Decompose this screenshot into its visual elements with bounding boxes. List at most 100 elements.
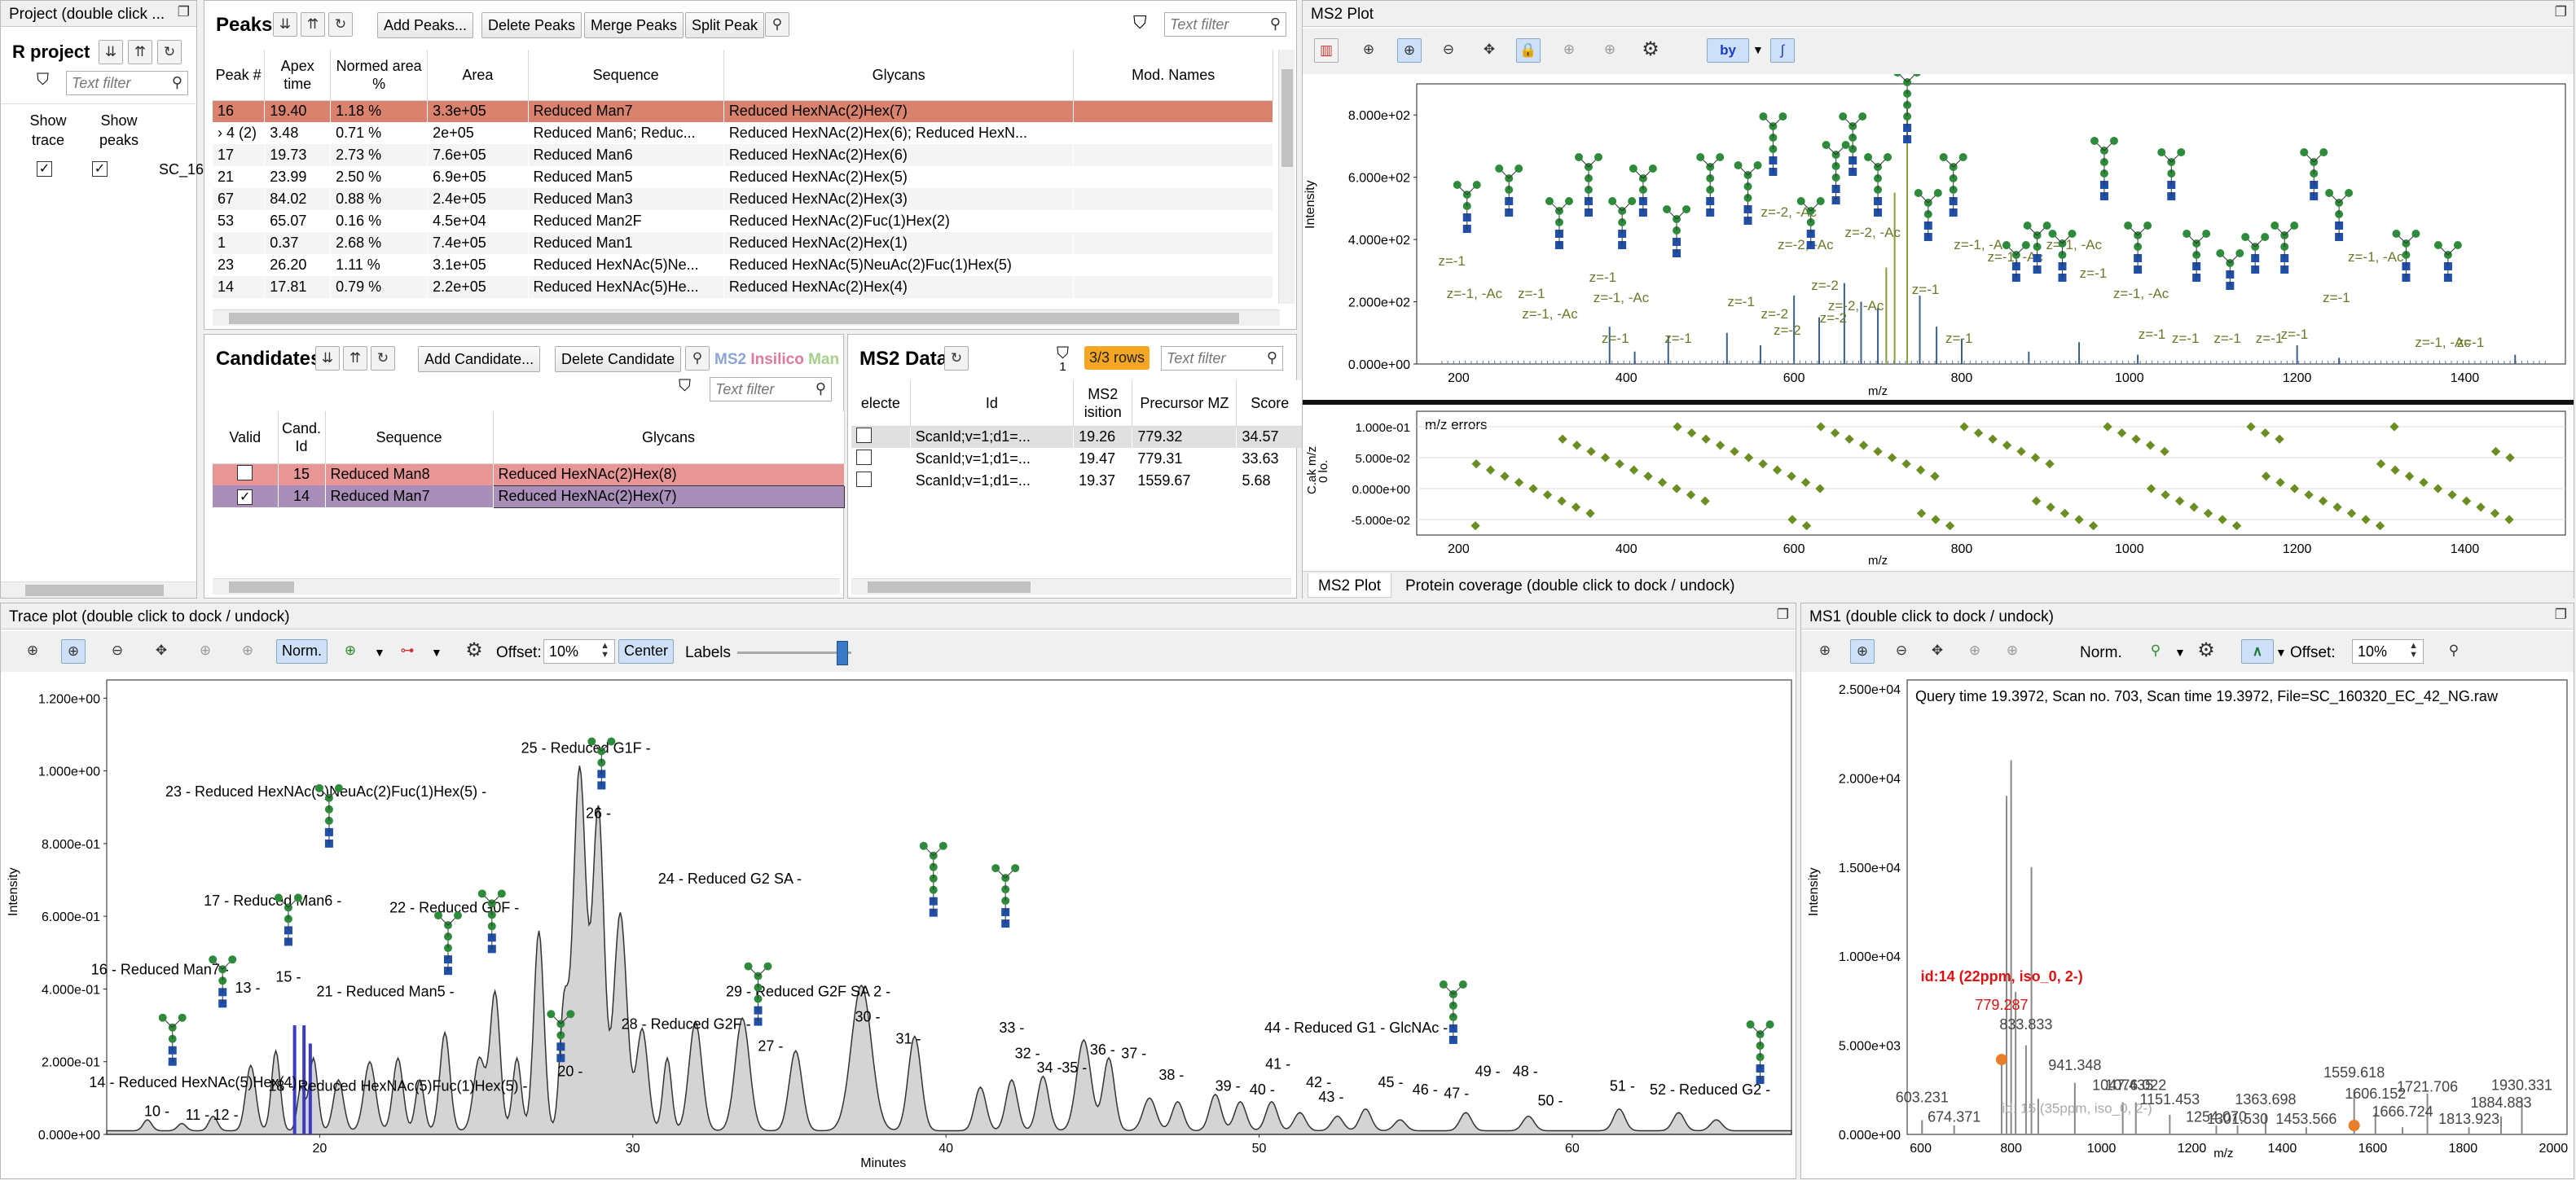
merge-peaks-button[interactable]: Merge Peaks xyxy=(584,12,684,38)
project-hscroll[interactable] xyxy=(1,581,196,598)
zoom-prev-icon[interactable]: ⊕ xyxy=(1557,38,1581,63)
dock-icon[interactable]: ❐ xyxy=(1777,607,1789,623)
dock-icon[interactable]: ❐ xyxy=(178,4,190,20)
sort-asc-icon[interactable]: ⇈ xyxy=(128,40,152,64)
tag-ms2[interactable]: MS2 xyxy=(714,351,746,368)
peak-boundary-icon[interactable]: ⊶ xyxy=(395,639,420,664)
col-valid[interactable]: Valid xyxy=(213,411,279,464)
chevron-down-icon[interactable]: ▼ xyxy=(2174,646,2186,659)
table-row[interactable]: ScanId;v=1;d1=...19.371559.675.681- xyxy=(851,470,1332,492)
zoom-out-icon[interactable]: ⊖ xyxy=(105,639,130,664)
col-score[interactable]: Score xyxy=(1236,380,1303,427)
refresh-icon[interactable]: ↻ xyxy=(328,12,353,37)
ms2-spectrum-plot[interactable]: Intensity 8.000e+02 6.000e+02 4.000e+02 2.00… xyxy=(1303,74,2574,400)
trace-chromatogram-plot[interactable]: Intensity 1.200e+00 1.000e+00 8.000e-01 6.00… xyxy=(1,672,1796,1178)
col-id[interactable]: Id xyxy=(910,380,1075,427)
refresh-icon[interactable]: ↻ xyxy=(157,40,182,64)
col-sequence[interactable]: Sequence xyxy=(528,50,724,101)
search-icon[interactable]: ⚲ xyxy=(685,346,710,371)
by-ions-button[interactable]: by xyxy=(1707,38,1749,63)
zoom-in-icon[interactable]: ⊕ xyxy=(1356,38,1381,63)
chevron-down-icon[interactable]: ▼ xyxy=(2275,646,2287,659)
pan-icon[interactable]: ✥ xyxy=(1477,38,1501,63)
pan-icon[interactable]: ✥ xyxy=(149,639,174,664)
col-precursor-mz[interactable]: Precursor MZ xyxy=(1132,380,1237,427)
integrate-icon[interactable]: ∫ xyxy=(1770,38,1795,63)
cell-valid[interactable]: ✓ xyxy=(213,485,278,507)
norm-label[interactable]: Norm. xyxy=(2080,644,2122,662)
search-icon[interactable]: ⚲ xyxy=(2442,639,2466,664)
cell-selected[interactable] xyxy=(851,448,910,470)
ms2plot-panel-title[interactable]: MS2 Plot ❐ xyxy=(1303,1,2574,27)
dock-icon[interactable]: ❐ xyxy=(2555,4,2567,20)
table-row[interactable]: 67 84.02 0.88 % 2.4e+05 Reduced Man3 Reduced … xyxy=(213,188,1273,210)
ms2data-hscroll[interactable] xyxy=(851,578,1291,594)
ms1-spectrum-plot[interactable]: Query time 19.3972, Scan no. 703, Scan t… xyxy=(1801,672,2574,1178)
chevron-down-icon[interactable]: ▼ xyxy=(431,646,442,659)
project-filter-input[interactable]: Text filter ⚲ xyxy=(66,71,188,95)
col-cand-glycans[interactable]: Glycans xyxy=(493,411,845,464)
zoom-in-icon[interactable]: ⊕ xyxy=(20,639,45,664)
col-peak-num[interactable]: Peak # xyxy=(213,50,266,101)
search-icon[interactable]: ⚲ xyxy=(765,12,789,37)
labels-slider[interactable] xyxy=(737,651,851,654)
offset-spinbox[interactable]: 10% ▲ ▼ xyxy=(543,639,615,664)
project-panel-title[interactable]: Project (double click ... ❐ xyxy=(1,1,196,27)
cell-valid[interactable] xyxy=(213,463,278,485)
peak-search-icon[interactable]: ⚲ xyxy=(2143,639,2168,664)
sort-desc-icon[interactable]: ⇊ xyxy=(273,12,297,37)
cell-selected[interactable] xyxy=(851,470,910,492)
tag-insilico[interactable]: Insilico xyxy=(750,351,803,368)
peaks-filter-input[interactable]: Text filter ⚲ xyxy=(1164,12,1286,37)
zoom-prev-icon[interactable]: ⊕ xyxy=(1963,639,1987,664)
ms1-panel-title[interactable]: MS1 (double click to dock / undock) ❐ xyxy=(1801,603,2574,629)
zoom-in-icon[interactable]: ⊕ xyxy=(1813,639,1837,664)
tab-ms2-plot[interactable]: MS2 Plot xyxy=(1308,573,1392,598)
table-row[interactable]: 23 26.20 1.11 % 3.1e+05 Reduced HexNAc(5)Ne.… xyxy=(213,254,1273,276)
settings-gear-icon[interactable]: ⚙ xyxy=(1638,38,1663,63)
col-cand-id[interactable]: Cand. Id xyxy=(278,411,326,464)
table-row[interactable]: 21 23.99 2.50 % 6.9e+05 Reduced Man5 Reduced … xyxy=(213,166,1273,188)
valid-checkbox[interactable]: ✓ xyxy=(237,489,253,505)
filter-icon[interactable]: ⛉ xyxy=(1133,12,1147,33)
col-normed-area[interactable]: Normed area % xyxy=(330,50,429,101)
zoom-next-icon[interactable]: ⊕ xyxy=(2000,639,2024,664)
table-row[interactable]: 1 0.37 2.68 % 7.4e+05 Reduced Man1 Reduced He… xyxy=(213,232,1273,254)
col-ms2-acquisition[interactable]: MS2 isition xyxy=(1073,380,1133,427)
rows-badge[interactable]: 3/3 rows xyxy=(1084,346,1150,370)
candidates-hscroll[interactable] xyxy=(213,578,840,594)
select-checkbox[interactable] xyxy=(856,427,872,443)
select-checkbox[interactable] xyxy=(856,449,872,465)
norm-button[interactable]: Norm. xyxy=(276,639,327,664)
chevron-down-icon[interactable]: ▼ xyxy=(1752,43,1764,56)
sort-asc-icon[interactable]: ⇈ xyxy=(343,346,367,371)
table-row[interactable]: 16 19.40 1.18 % 3.3e+05 Reduced Man7 Reduced … xyxy=(213,100,1273,122)
dock-icon[interactable]: ❐ xyxy=(2555,607,2567,623)
sort-asc-icon[interactable]: ⇈ xyxy=(301,12,325,37)
col-cand-sequence[interactable]: Sequence xyxy=(325,411,494,464)
cell-selected[interactable] xyxy=(851,426,910,448)
chevron-down-icon[interactable]: ▼ xyxy=(374,646,385,659)
table-row[interactable]: 53 65.07 0.16 % 4.5e+04 Reduced Man2F Reduced… xyxy=(213,210,1273,232)
table-row[interactable]: 17 19.73 2.73 % 7.6e+05 Reduced Man6 Reduced … xyxy=(213,144,1273,166)
mz-errors-plot[interactable]: m/z errorsC.ak m/z0 lo.1.000e-015.000e-0… xyxy=(1303,405,2574,568)
peaks-vscroll[interactable] xyxy=(1278,50,1295,304)
table-row[interactable]: 15 Reduced Man8 Reduced HexNAc(2)Hex(8) xyxy=(213,463,844,485)
spin-arrows-icon[interactable]: ▲ ▼ xyxy=(600,642,609,660)
center-button[interactable]: Center xyxy=(618,639,675,664)
settings-gear-icon[interactable]: ⚙ xyxy=(462,639,486,664)
refresh-icon[interactable]: ↻ xyxy=(371,346,395,371)
tag-man[interactable]: Man xyxy=(808,351,839,368)
col-apex-time[interactable]: Apex time xyxy=(264,50,332,101)
col-area[interactable]: Area xyxy=(427,50,529,101)
delete-candidate-button[interactable]: Delete Candidate xyxy=(555,346,682,372)
select-checkbox[interactable] xyxy=(856,471,872,487)
lock-icon[interactable]: 🔒 xyxy=(1516,38,1541,63)
split-peak-button[interactable]: Split Peak xyxy=(685,12,765,38)
zoom-prev-icon[interactable]: ⊕ xyxy=(193,639,218,664)
candidates-filter-input[interactable]: Text filter ⚲ xyxy=(710,377,832,401)
pan-icon[interactable]: ✥ xyxy=(1925,639,1950,664)
filter-icon[interactable]: ⛉ xyxy=(37,71,49,90)
table-row[interactable]: ✓ 14 Reduced Man7 Reduced HexNAc(2)Hex(7) xyxy=(213,485,845,508)
zoom-box-icon[interactable]: ⊕ xyxy=(61,639,86,664)
